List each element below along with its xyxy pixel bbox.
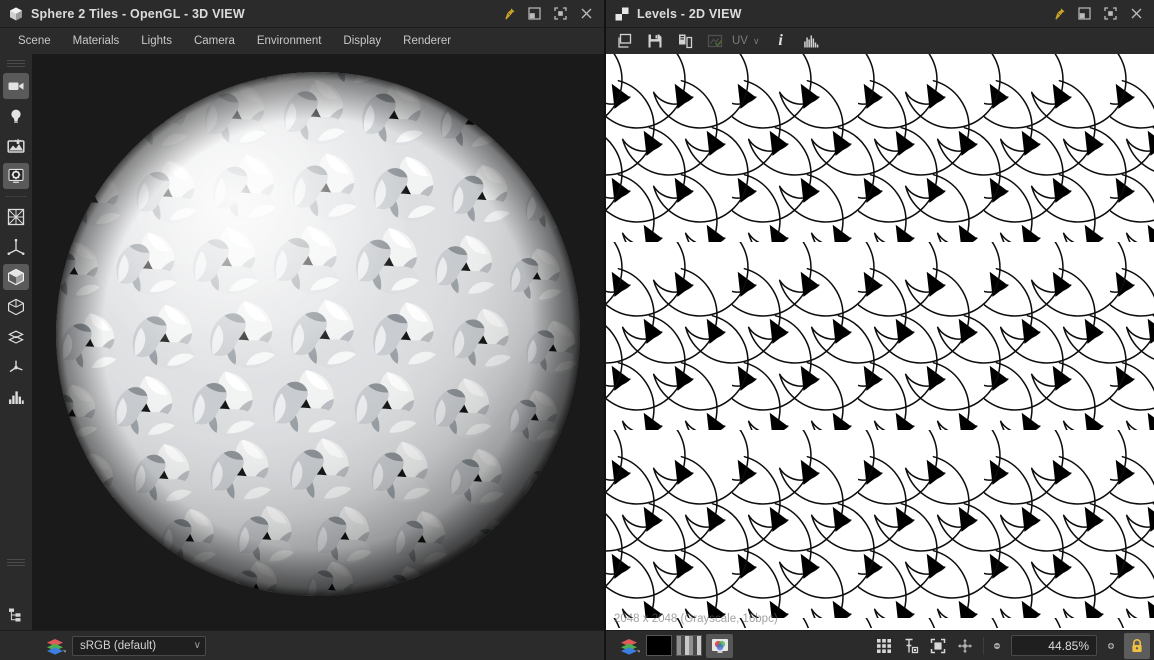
environment-image-icon	[6, 136, 26, 156]
uv-toggle-icon	[706, 32, 724, 50]
histogram-icon	[6, 387, 26, 407]
fit-image-icon[interactable]	[924, 634, 951, 658]
save-icon[interactable]	[646, 32, 664, 50]
chevron-down-icon: ∨	[193, 640, 201, 651]
tool-environment[interactable]	[3, 133, 29, 159]
uv-dropdown[interactable]: UV ∨	[732, 35, 760, 47]
tool-grid-plane[interactable]	[3, 204, 29, 230]
measure-icon[interactable]	[897, 634, 924, 658]
titlebar-2d-view: Levels - 2D VIEW	[606, 0, 1154, 28]
tessellation-icon	[6, 327, 26, 347]
statusbar-separator	[983, 636, 984, 655]
menu-item-lights[interactable]: Lights	[131, 31, 182, 51]
viewport-2d[interactable]: 2048 x 2048 (Grayscale, 16bpc)	[606, 54, 1154, 630]
lock-icon[interactable]	[1124, 632, 1150, 659]
tool-normals[interactable]	[3, 354, 29, 380]
zoom-controls: 44.85%	[989, 635, 1119, 656]
swatch-black[interactable]	[646, 635, 672, 656]
viewport-3d[interactable]	[32, 54, 604, 630]
panel-title-3d: Sphere 2 Tiles - OpenGL - 3D VIEW	[31, 6, 245, 21]
menu-item-scene[interactable]: Scene	[8, 31, 61, 51]
menu-item-display[interactable]: Display	[333, 31, 391, 51]
tool-material[interactable]	[3, 163, 29, 189]
body-3d-view	[0, 54, 604, 630]
application-window: Sphere 2 Tiles - OpenGL - 3D VIEW Scene …	[0, 0, 1154, 660]
camera-icon	[6, 76, 26, 96]
new-image-icon[interactable]	[616, 32, 634, 50]
swatch-rgb-display[interactable]	[706, 633, 733, 658]
light-bulb-icon	[6, 106, 26, 126]
menu-item-camera[interactable]: Camera	[184, 31, 245, 51]
statusbar-3d-view: sRGB (default) ∨	[0, 630, 604, 660]
colorspace-dropdown[interactable]: sRGB (default) ∨	[72, 635, 206, 656]
tool-histogram[interactable]	[3, 384, 29, 410]
shaded-cube-icon	[6, 267, 26, 287]
close-icon[interactable]	[1129, 6, 1144, 21]
menu-item-materials[interactable]: Materials	[63, 31, 130, 51]
float-icon[interactable]	[1077, 6, 1092, 21]
panel-2d-view: Levels - 2D VIEW UV ∨ i 2048 x 2048 (Gra…	[604, 0, 1154, 660]
chevron-down-icon: ∨	[752, 35, 760, 46]
swatch-grayscale-bars[interactable]	[676, 635, 702, 656]
wireframe-cube-icon	[6, 297, 26, 317]
normals-icon	[6, 357, 26, 377]
hierarchy-tab[interactable]	[0, 600, 32, 630]
grid-plane-icon	[6, 207, 26, 227]
histogram-icon[interactable]	[802, 32, 820, 50]
pattern-canvas	[606, 54, 1154, 628]
titlebar-3d-view: Sphere 2 Tiles - OpenGL - 3D VIEW	[0, 0, 604, 28]
statusbar-2d-view: 44.85%	[606, 630, 1154, 660]
tool-tessellation[interactable]	[3, 324, 29, 350]
colorspace-group: sRGB (default) ∨	[36, 635, 206, 657]
close-icon[interactable]	[579, 6, 594, 21]
left-toolbar-3d	[0, 54, 32, 630]
colorspace-value: sRGB (default)	[80, 639, 157, 652]
color-layers-icon[interactable]	[42, 635, 68, 657]
axis-gizmo-icon	[6, 237, 26, 257]
toolbar-2d-view: UV ∨ i	[606, 28, 1154, 54]
zoom-value: 44.85%	[1048, 638, 1089, 653]
zoom-input[interactable]: 44.85%	[1011, 635, 1097, 656]
zoom-out-button[interactable]	[989, 638, 1005, 654]
window-buttons-2d	[1051, 6, 1148, 21]
color-layers-icon[interactable]	[616, 635, 642, 657]
sphere-render	[32, 54, 604, 614]
toolbar-grip-bottom[interactable]	[7, 559, 25, 566]
float-icon[interactable]	[527, 6, 542, 21]
statusbar-2d-left	[610, 633, 733, 658]
maximize-icon[interactable]	[553, 6, 568, 21]
zoom-in-button[interactable]	[1103, 638, 1119, 654]
menu-item-renderer[interactable]: Renderer	[393, 31, 461, 51]
tool-camera[interactable]	[3, 73, 29, 99]
tool-axis-gizmo[interactable]	[3, 234, 29, 260]
uv-dropdown-label: UV	[732, 35, 748, 47]
copy-icon[interactable]	[676, 32, 694, 50]
toolbar-grip-top[interactable]	[7, 60, 25, 67]
pixel-grid-icon[interactable]	[870, 634, 897, 658]
pan-move-icon[interactable]	[951, 634, 978, 658]
menubar-3d-view: Scene Materials Lights Camera Environmen…	[0, 28, 604, 54]
panel-3d-view: Sphere 2 Tiles - OpenGL - 3D VIEW Scene …	[0, 0, 604, 660]
pin-icon[interactable]	[1051, 6, 1066, 21]
tool-wireframe-cube[interactable]	[3, 294, 29, 320]
hierarchy-tree-icon	[7, 606, 25, 624]
maximize-icon[interactable]	[1103, 6, 1118, 21]
checker-square-icon	[614, 6, 630, 22]
info-icon[interactable]: i	[772, 32, 790, 50]
tool-lights[interactable]	[3, 103, 29, 129]
pin-icon[interactable]	[501, 6, 516, 21]
tool-shaded-cube[interactable]	[3, 264, 29, 290]
panel-title-2d: Levels - 2D VIEW	[637, 6, 742, 21]
cube-icon	[8, 6, 24, 22]
info-icon-label: i	[778, 32, 783, 49]
menu-item-environment[interactable]: Environment	[247, 31, 332, 51]
material-settings-icon	[6, 166, 26, 186]
toolbar-separator-1	[5, 196, 27, 197]
window-buttons-3d	[501, 6, 598, 21]
